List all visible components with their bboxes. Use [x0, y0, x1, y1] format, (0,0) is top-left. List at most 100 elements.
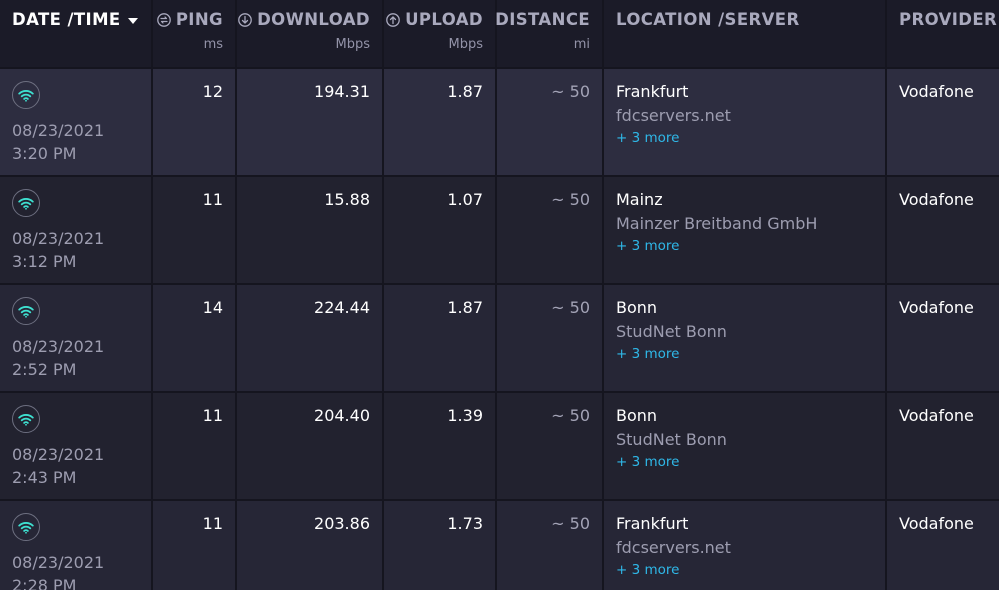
ping-cell: 11 [153, 393, 237, 499]
provider-cell: Vodafone [887, 501, 999, 590]
more-servers-link[interactable]: + 3 more [616, 130, 679, 146]
column-header-distance[interactable]: DISTANCE mi [495, 0, 604, 67]
result-time: 3:20 PM [12, 144, 77, 163]
result-date: 08/23/2021 [12, 553, 105, 572]
connection-type-button[interactable] [12, 405, 40, 433]
ping-value: 11 [202, 190, 223, 209]
upload-cell: 1.87 [384, 69, 497, 175]
more-servers-link[interactable]: + 3 more [616, 238, 679, 254]
ping-value: 11 [202, 514, 223, 533]
provider-name: Vodafone [899, 406, 974, 425]
provider-name: Vodafone [899, 298, 974, 317]
wifi-icon [18, 413, 34, 426]
ping-cell: 11 [153, 177, 237, 283]
location-cell: Frankfurt fdcservers.net + 3 more [604, 501, 887, 590]
download-value: 15.88 [324, 190, 370, 209]
result-time: 2:28 PM [12, 576, 77, 590]
ping-unit: ms [203, 37, 223, 52]
date-cell: 08/23/2021 3:20 PM [0, 69, 153, 175]
download-value: 204.40 [314, 406, 370, 425]
column-title-distance: DISTANCE [495, 10, 590, 29]
download-value: 203.86 [314, 514, 370, 533]
date-cell: 08/23/2021 2:43 PM [0, 393, 153, 499]
results-table: DATE /TIME PING ms DOWNLOAD Mbps UPLOAD … [0, 0, 999, 590]
upload-value: 1.87 [447, 298, 483, 317]
distance-value: ~ 50 [551, 82, 590, 101]
wifi-icon [18, 197, 34, 210]
distance-cell: ~ 50 [497, 285, 604, 391]
column-header-date-time[interactable]: DATE /TIME [0, 0, 153, 67]
upload-value: 1.87 [447, 82, 483, 101]
download-icon [238, 12, 252, 27]
connection-type-button[interactable] [12, 81, 40, 109]
result-date: 08/23/2021 [12, 121, 105, 140]
column-header-location-server[interactable]: LOCATION /SERVER [604, 0, 887, 67]
distance-cell: ~ 50 [497, 501, 604, 590]
column-title-upload: UPLOAD [405, 10, 483, 29]
distance-unit: mi [573, 37, 590, 52]
location-city: Frankfurt [616, 82, 689, 101]
column-header-ping[interactable]: PING ms [153, 0, 237, 67]
wifi-icon [18, 521, 34, 534]
distance-cell: ~ 50 [497, 69, 604, 175]
wifi-icon [18, 305, 34, 318]
table-row[interactable]: 08/23/2021 3:12 PM 11 15.88 1.07 ~ 50 Ma… [0, 175, 999, 283]
distance-cell: ~ 50 [497, 393, 604, 499]
column-title-provider: PROVIDER [899, 10, 998, 29]
connection-type-button[interactable] [12, 513, 40, 541]
result-time: 2:52 PM [12, 360, 77, 379]
column-title-location-server: LOCATION /SERVER [616, 10, 800, 29]
column-header-download[interactable]: DOWNLOAD Mbps [237, 0, 384, 67]
column-title-ping: PING [175, 10, 223, 29]
column-title-download: DOWNLOAD [257, 10, 370, 29]
location-city: Bonn [616, 298, 658, 317]
more-servers-link[interactable]: + 3 more [616, 562, 679, 578]
provider-name: Vodafone [899, 514, 974, 533]
column-title-date-time: DATE /TIME [12, 10, 121, 29]
download-value: 224.44 [314, 298, 370, 317]
provider-cell: Vodafone [887, 177, 999, 283]
date-cell: 08/23/2021 2:52 PM [0, 285, 153, 391]
date-cell: 08/23/2021 3:12 PM [0, 177, 153, 283]
download-cell: 224.44 [237, 285, 384, 391]
download-unit: Mbps [335, 37, 371, 52]
table-row[interactable]: 08/23/2021 2:43 PM 11 204.40 1.39 ~ 50 B… [0, 391, 999, 499]
caret-down-icon [127, 17, 138, 24]
table-row[interactable]: 08/23/2021 2:52 PM 14 224.44 1.87 ~ 50 B… [0, 283, 999, 391]
location-cell: Bonn StudNet Bonn + 3 more [604, 285, 887, 391]
download-value: 194.31 [314, 82, 370, 101]
ping-value: 11 [202, 406, 223, 425]
more-servers-link[interactable]: + 3 more [616, 454, 679, 470]
server-name: fdcservers.net [616, 106, 731, 125]
download-cell: 15.88 [237, 177, 384, 283]
distance-value: ~ 50 [551, 406, 590, 425]
upload-value: 1.73 [447, 514, 483, 533]
server-name: StudNet Bonn [616, 322, 727, 341]
server-name: StudNet Bonn [616, 430, 727, 449]
ping-cell: 14 [153, 285, 237, 391]
location-cell: Frankfurt fdcservers.net + 3 more [604, 69, 887, 175]
download-cell: 204.40 [237, 393, 384, 499]
upload-value: 1.07 [447, 190, 483, 209]
download-cell: 203.86 [237, 501, 384, 590]
distance-cell: ~ 50 [497, 177, 604, 283]
more-servers-link[interactable]: + 3 more [616, 346, 679, 362]
column-header-provider[interactable]: PROVIDER [887, 0, 999, 67]
upload-value: 1.39 [447, 406, 483, 425]
provider-cell: Vodafone [887, 393, 999, 499]
distance-value: ~ 50 [551, 514, 590, 533]
download-cell: 194.31 [237, 69, 384, 175]
date-cell: 08/23/2021 2:28 PM [0, 501, 153, 590]
upload-unit: Mbps [448, 37, 484, 52]
location-city: Bonn [616, 406, 658, 425]
location-city: Mainz [616, 190, 663, 209]
table-row[interactable]: 08/23/2021 2:28 PM 11 203.86 1.73 ~ 50 F… [0, 499, 999, 590]
column-header-upload[interactable]: UPLOAD Mbps [384, 0, 497, 67]
connection-type-button[interactable] [12, 297, 40, 325]
connection-type-button[interactable] [12, 189, 40, 217]
table-row[interactable]: 08/23/2021 3:20 PM 12 194.31 1.87 ~ 50 F… [0, 67, 999, 175]
result-time: 2:43 PM [12, 468, 77, 487]
provider-name: Vodafone [899, 190, 974, 209]
server-name: fdcservers.net [616, 538, 731, 557]
ping-icon [156, 12, 171, 27]
